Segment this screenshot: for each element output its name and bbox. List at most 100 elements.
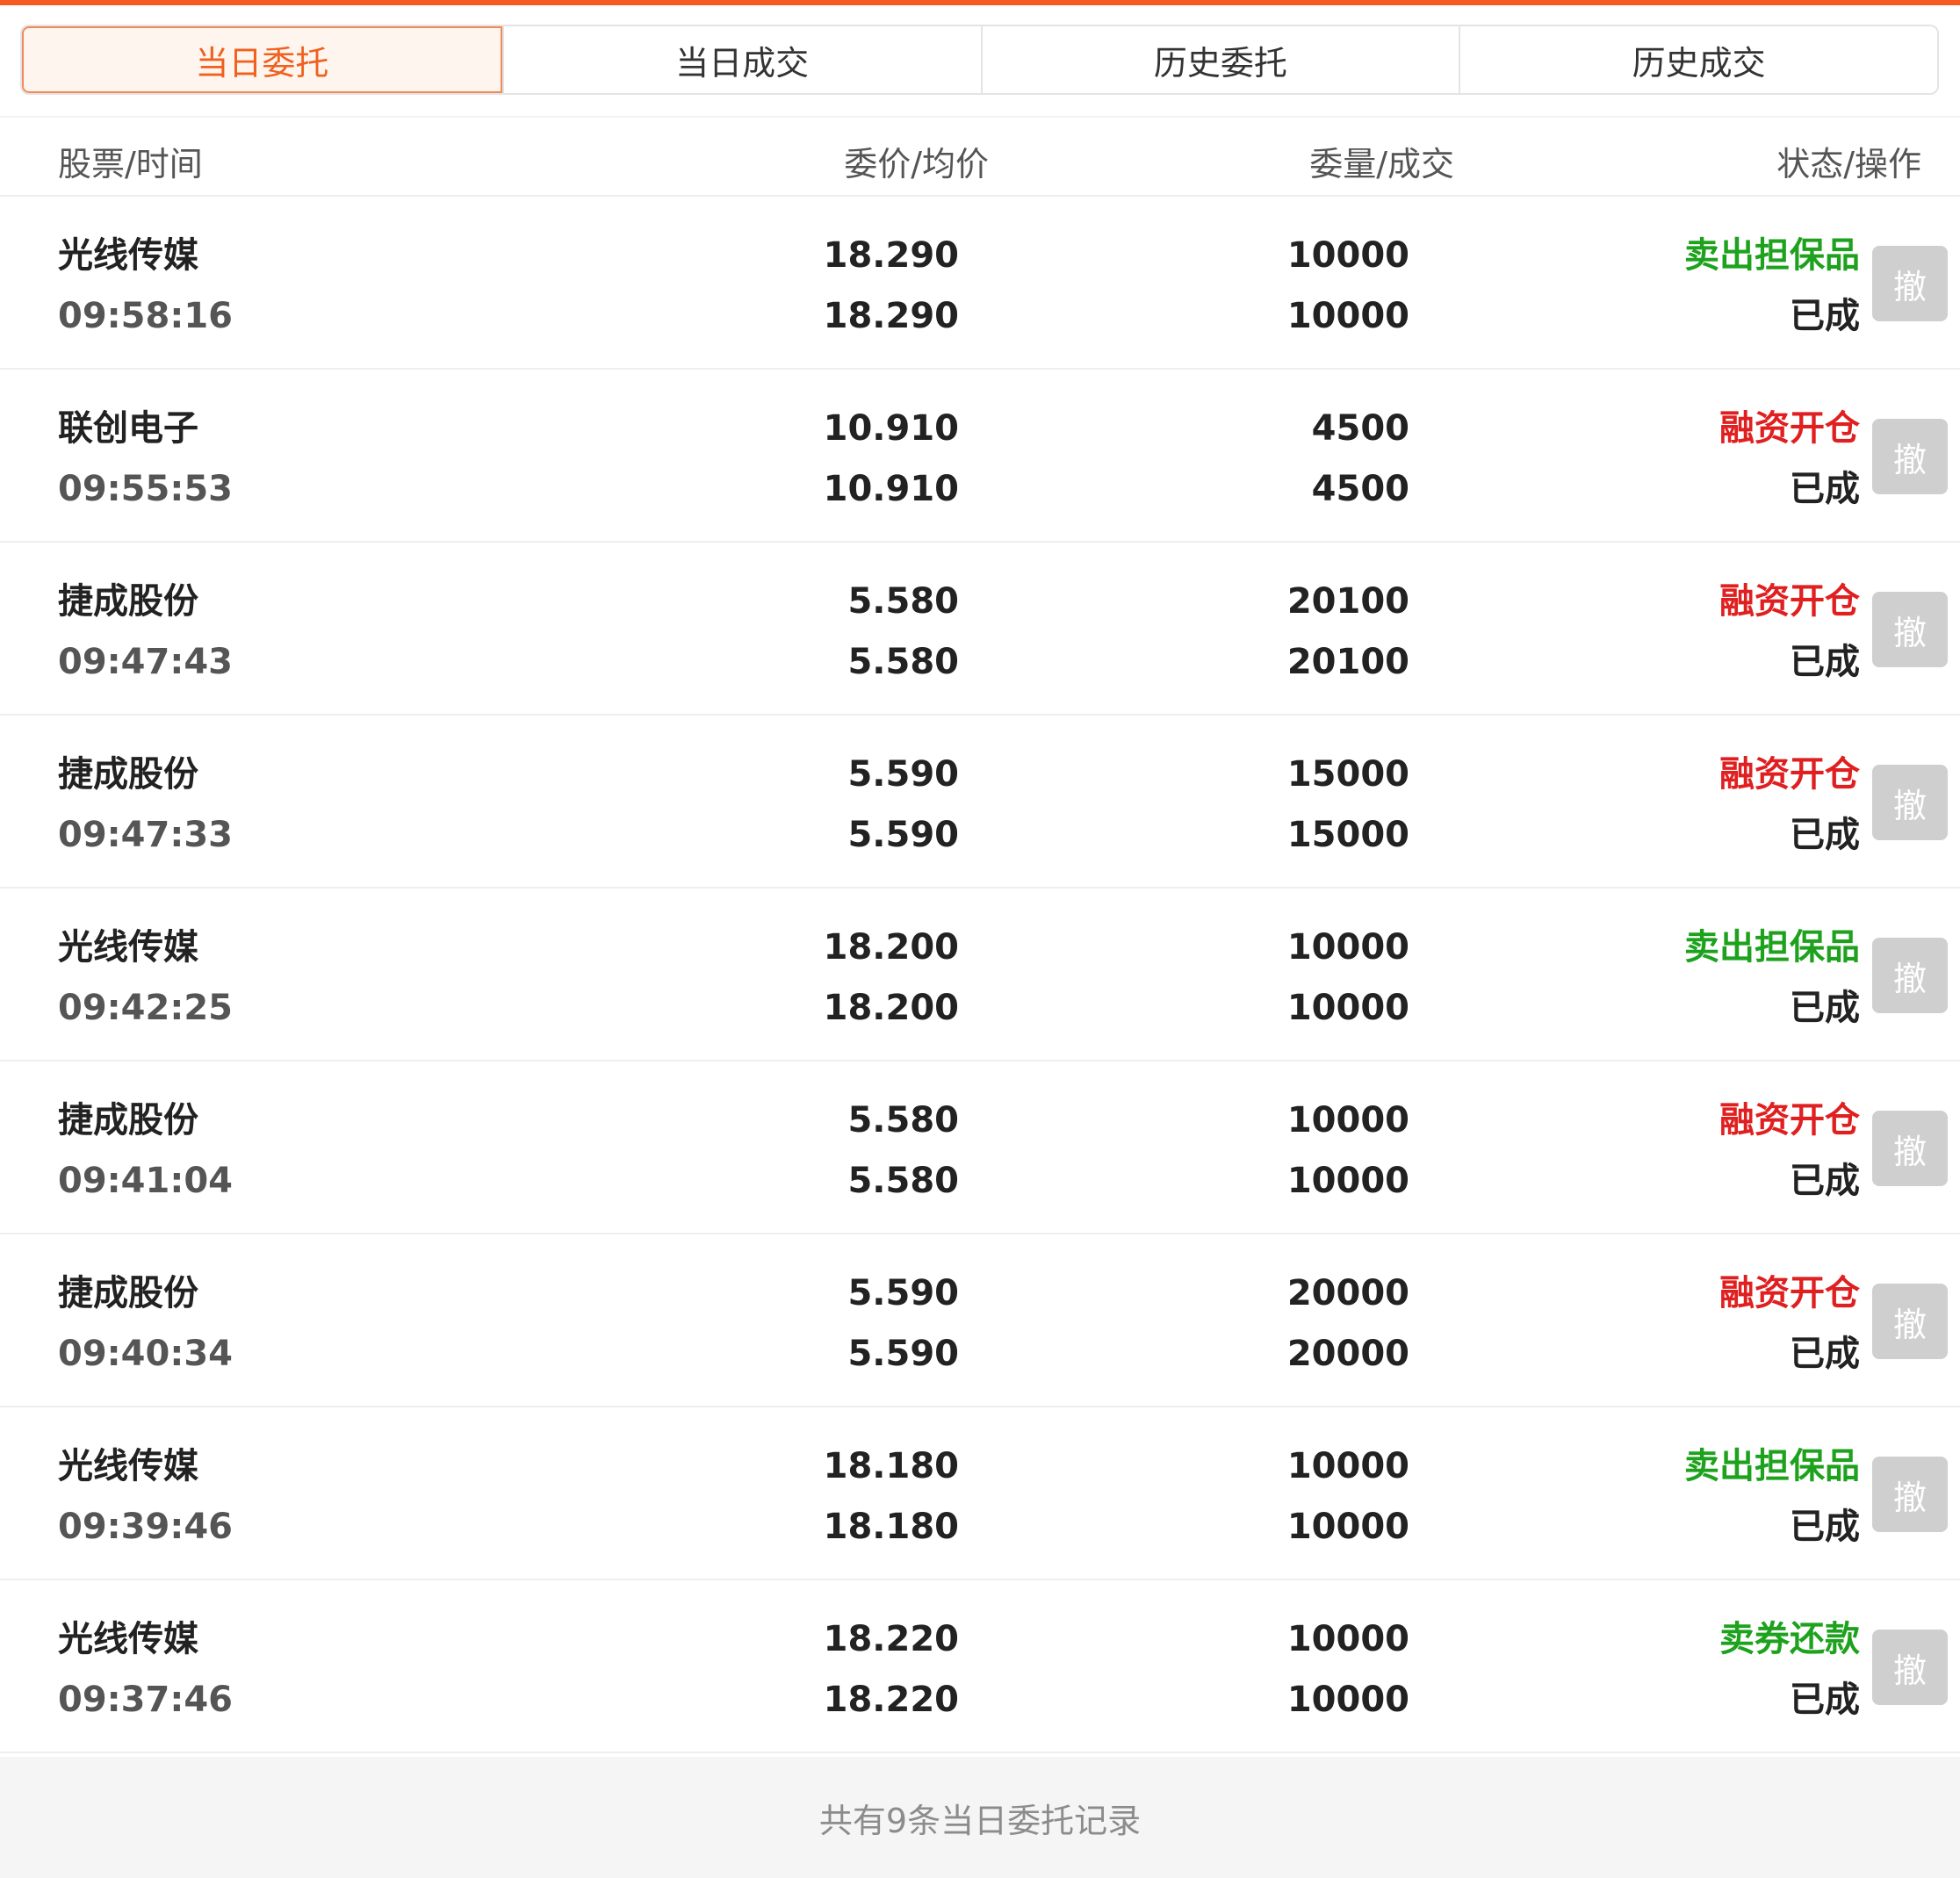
deal-quantity: 10000 bbox=[1286, 1161, 1409, 1201]
header-stock-time: 股票/时间 bbox=[58, 145, 203, 183]
order-price: 18.200 bbox=[823, 927, 959, 968]
average-price: 18.220 bbox=[823, 1680, 959, 1720]
order-type: 卖出担保品 bbox=[1684, 235, 1860, 276]
tab-bar: 当日委托 当日成交 历史委托 历史成交 bbox=[20, 25, 1939, 95]
order-type: 融资开仓 bbox=[1719, 754, 1860, 795]
cancel-order-button[interactable]: 撤 bbox=[1872, 419, 1948, 494]
tab-today-deals[interactable]: 当日成交 bbox=[501, 26, 981, 93]
order-quantity: 10000 bbox=[1286, 235, 1409, 276]
order-type: 融资开仓 bbox=[1719, 408, 1860, 449]
deal-quantity: 20100 bbox=[1286, 642, 1409, 682]
order-quantity: 10000 bbox=[1286, 927, 1409, 968]
stock-name: 联创电子 bbox=[58, 408, 198, 449]
header-price-avg: 委价/均价 bbox=[844, 145, 989, 183]
order-type: 融资开仓 bbox=[1719, 1273, 1860, 1313]
average-price: 10.910 bbox=[823, 469, 959, 509]
cancel-order-button[interactable]: 撤 bbox=[1872, 246, 1948, 321]
average-price: 18.200 bbox=[823, 988, 959, 1028]
stock-name: 捷成股份 bbox=[58, 581, 198, 622]
cancel-order-button[interactable]: 撤 bbox=[1872, 938, 1948, 1013]
order-time: 09:39:46 bbox=[58, 1507, 233, 1547]
table-row[interactable]: 联创电子 09:55:53 10.910 10.910 4500 4500 融资开仓已成撤 bbox=[0, 370, 1960, 543]
order-status: 已成 bbox=[1790, 1334, 1860, 1374]
order-list: 光线传媒 09:58:16 18.290 18.290 10000 10000 卖出担保品已… bbox=[0, 197, 1960, 1753]
tab-today-orders[interactable]: 当日委托 bbox=[22, 26, 502, 93]
order-quantity: 20100 bbox=[1286, 581, 1409, 622]
stock-name: 捷成股份 bbox=[58, 754, 198, 795]
cancel-order-button[interactable]: 撤 bbox=[1872, 1457, 1948, 1532]
deal-quantity: 10000 bbox=[1286, 1680, 1409, 1720]
tab-history-orders[interactable]: 历史委托 bbox=[980, 26, 1459, 93]
footer-summary: 共有9条当日委托记录 bbox=[0, 1757, 1960, 1878]
order-price: 10.910 bbox=[823, 408, 959, 449]
tab-history-deals[interactable]: 历史成交 bbox=[1459, 26, 1937, 93]
order-time: 09:58:16 bbox=[58, 296, 233, 336]
table-row[interactable]: 捷成股份 09:41:04 5.580 5.580 10000 10000 融资开仓 已成撤 bbox=[0, 1061, 1960, 1234]
order-time: 09:47:33 bbox=[58, 815, 233, 855]
order-price: 5.590 bbox=[847, 754, 959, 795]
order-status: 已成 bbox=[1790, 642, 1860, 682]
order-status: 已成 bbox=[1790, 469, 1860, 509]
average-price: 18.290 bbox=[823, 296, 959, 336]
average-price: 5.590 bbox=[847, 1334, 959, 1374]
order-time: 09:42:25 bbox=[58, 988, 233, 1028]
order-type: 卖券还款 bbox=[1719, 1619, 1860, 1659]
average-price: 5.580 bbox=[847, 642, 959, 682]
stock-name: 捷成股份 bbox=[58, 1100, 198, 1140]
footer-summary-text: 共有9条当日委托记录 bbox=[818, 1801, 1142, 1840]
order-quantity: 10000 bbox=[1286, 1446, 1409, 1486]
cancel-order-button[interactable]: 撤 bbox=[1872, 592, 1948, 667]
table-row[interactable]: 捷成股份 09:40:34 5.590 5.590 20000 20000 融资开仓已成撤 bbox=[0, 1234, 1960, 1407]
order-time: 09:37:46 bbox=[58, 1680, 233, 1720]
order-price: 5.580 bbox=[847, 1100, 959, 1140]
deal-quantity: 10000 bbox=[1286, 1507, 1409, 1547]
stock-name: 光线传媒 bbox=[58, 1619, 198, 1659]
order-quantity: 4500 bbox=[1311, 408, 1409, 449]
table-row[interactable]: 光线传媒 09:58:16 18.290 18.290 10000 10000 卖出担保品已… bbox=[0, 197, 1960, 370]
table-row[interactable]: 光线传媒 09:37:46 18.220 18.220 10000 10000 卖券还款已成… bbox=[0, 1580, 1960, 1753]
average-price: 5.580 bbox=[847, 1161, 959, 1201]
order-time: 09:40:34 bbox=[58, 1334, 233, 1374]
deal-quantity: 10000 bbox=[1286, 988, 1409, 1028]
order-quantity: 10000 bbox=[1286, 1619, 1409, 1659]
stock-name: 捷成股份 bbox=[58, 1273, 198, 1313]
order-quantity: 15000 bbox=[1286, 754, 1409, 795]
order-price: 5.590 bbox=[847, 1273, 959, 1313]
stock-name: 光线传媒 bbox=[58, 927, 198, 968]
order-type: 卖出担保品 bbox=[1684, 927, 1860, 968]
order-status: 已成 bbox=[1790, 1507, 1860, 1547]
table-row[interactable]: 光线传媒 09:42:25 18.200 18.200 10000 10000 卖出担保品已… bbox=[0, 889, 1960, 1061]
order-type: 融资开仓 bbox=[1719, 581, 1860, 622]
deal-quantity: 20000 bbox=[1286, 1334, 1409, 1374]
cancel-order-button[interactable]: 撤 bbox=[1872, 1284, 1948, 1359]
stock-name: 光线传媒 bbox=[58, 1446, 198, 1486]
order-status: 已成 bbox=[1790, 815, 1860, 855]
order-price: 18.290 bbox=[823, 235, 959, 276]
order-status: 已成 bbox=[1790, 296, 1860, 336]
order-time: 09:55:53 bbox=[58, 469, 233, 509]
order-quantity: 10000 bbox=[1286, 1100, 1409, 1140]
order-price: 5.580 bbox=[847, 581, 959, 622]
order-time: 09:41:04 bbox=[58, 1161, 233, 1201]
top-accent-bar bbox=[0, 0, 1960, 5]
header-status-action: 状态/操作 bbox=[1776, 145, 1921, 183]
stock-name: 光线传媒 bbox=[58, 235, 198, 276]
table-header: 股票/时间 委价/均价 委量/成交 状态/操作 bbox=[0, 118, 1960, 197]
deal-quantity: 4500 bbox=[1311, 469, 1409, 509]
order-quantity: 20000 bbox=[1286, 1273, 1409, 1313]
cancel-order-button[interactable]: 撤 bbox=[1872, 1111, 1948, 1186]
order-price: 18.180 bbox=[823, 1446, 959, 1486]
order-status: 已成 bbox=[1790, 1680, 1860, 1720]
table-row[interactable]: 捷成股份 09:47:33 5.590 5.590 15000 15000 融资开仓已成撤 bbox=[0, 716, 1960, 889]
average-price: 5.590 bbox=[847, 815, 959, 855]
header-qty-deal: 委量/成交 bbox=[1309, 145, 1454, 183]
cancel-order-button[interactable]: 撤 bbox=[1872, 765, 1948, 840]
table-row[interactable]: 光线传媒 09:39:46 18.180 18.180 10000 10000 卖出担保品已… bbox=[0, 1407, 1960, 1580]
order-status: 已成 bbox=[1790, 988, 1860, 1028]
cancel-order-button[interactable]: 撤 bbox=[1872, 1630, 1948, 1705]
deal-quantity: 15000 bbox=[1286, 815, 1409, 855]
order-type: 卖出担保品 bbox=[1684, 1446, 1860, 1486]
order-time: 09:47:43 bbox=[58, 642, 233, 682]
table-row[interactable]: 捷成股份 09:47:43 5.580 5.580 20100 20100 融资开仓已成撤 bbox=[0, 543, 1960, 716]
order-price: 18.220 bbox=[823, 1619, 959, 1659]
